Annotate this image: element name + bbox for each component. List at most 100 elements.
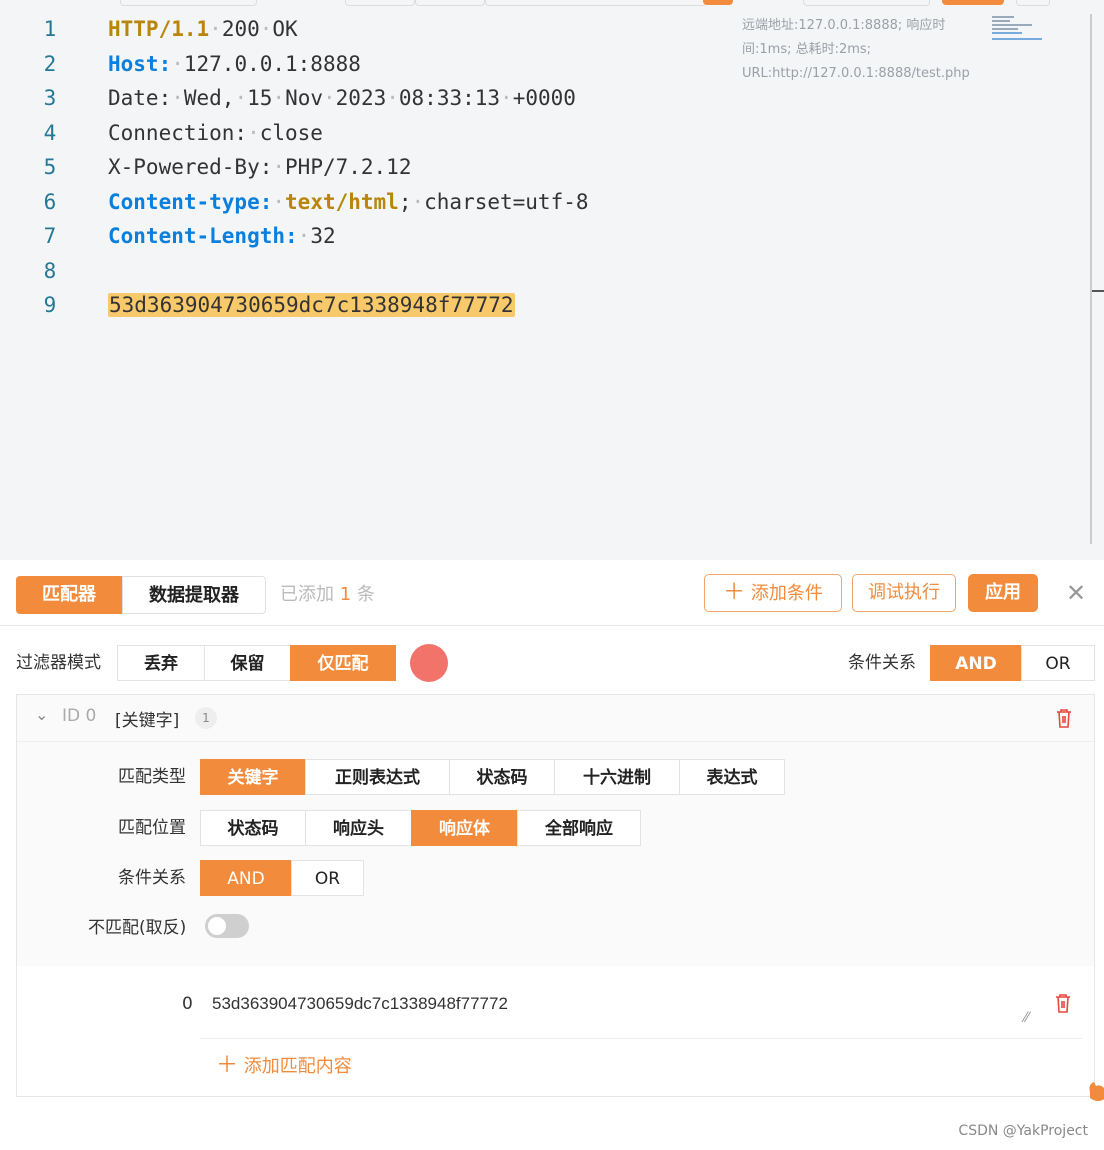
filter-mode-match-only[interactable]: 仅匹配 — [290, 645, 396, 681]
negate-toggle[interactable] — [205, 914, 249, 938]
add-match-content-button[interactable]: ＋ 添加匹配内容 — [216, 1047, 352, 1079]
code-line: 6 Content-type:·text/html;·charset=utf-8 — [0, 187, 720, 217]
line-text: X-Powered-By:·PHP/7.2.12 — [108, 152, 411, 182]
match-type-regex[interactable]: 正则表达式 — [305, 759, 450, 795]
line-text: Content-Length:·32 — [108, 221, 336, 251]
line-number: 2 — [43, 51, 57, 76]
match-position-body[interactable]: 响应体 — [411, 810, 518, 846]
code-token: · — [259, 17, 273, 41]
response-editor[interactable]: 1 HTTP/1.1·200·OK 2 Host:·127.0.0.1:8888 3 Da… — [0, 0, 1104, 560]
code-token: Wed, — [183, 86, 235, 110]
matcher-card-header[interactable]: ⌄ ID 0 [关键字] 1 — [17, 695, 1094, 742]
line-number: 9 — [43, 293, 57, 317]
match-type-label: 匹配类型 — [118, 767, 186, 787]
condition-and-button[interactable]: AND — [930, 645, 1022, 681]
code-token: · — [297, 224, 311, 248]
entry-index: 0 — [182, 994, 193, 1014]
match-position-status-code[interactable]: 状态码 — [200, 810, 306, 846]
code-token: · — [500, 86, 513, 110]
debug-run-button[interactable]: 调试执行 — [852, 574, 956, 612]
code-line: 2 Host:·127.0.0.1:8888 — [0, 49, 720, 79]
entry-trash-icon[interactable] — [1053, 992, 1073, 1014]
line-number: 4 — [43, 120, 57, 145]
code-token: OK — [272, 17, 298, 41]
code-token: Nov — [285, 86, 323, 110]
card-condition-or-button[interactable]: OR — [291, 860, 364, 896]
add-condition-button[interactable]: ＋ 添加条件 — [704, 574, 842, 612]
trash-icon[interactable] — [1054, 707, 1074, 729]
line-text: Content-type:·text/html;·charset=utf-8 — [108, 187, 589, 217]
chevron-down-icon[interactable]: ⌄ — [35, 705, 48, 724]
filter-mode-keep[interactable]: 保留 — [204, 645, 291, 681]
line-number: 3 — [43, 86, 57, 110]
code-token: · — [272, 189, 286, 214]
card-condition-relation-label: 条件关系 — [118, 868, 186, 888]
close-icon[interactable]: ✕ — [1066, 579, 1086, 607]
code-line: 7 Content-Length:·32 — [0, 221, 720, 251]
match-position-all[interactable]: 全部响应 — [517, 810, 641, 846]
code-token: 127.0.0.1:8888 — [183, 51, 361, 76]
code-token: 15 — [247, 86, 273, 110]
added-suffix: 条 — [356, 584, 375, 605]
matcher-count-badge: 1 — [195, 707, 217, 729]
code-line: 5 X-Powered-By:·PHP/7.2.12 — [0, 152, 720, 182]
added-prefix: 已添加 — [280, 584, 334, 605]
line-number: 5 — [43, 155, 57, 179]
condition-relation-label: 条件关系 — [848, 653, 916, 673]
code-token: charset=utf-8 — [424, 189, 589, 214]
code-token: · — [247, 120, 260, 145]
code-token: · — [234, 86, 248, 110]
card-condition-and-button[interactable]: AND — [200, 860, 292, 896]
editor-scrollbar[interactable] — [1090, 14, 1092, 544]
match-type-keyword[interactable]: 关键字 — [200, 759, 306, 795]
add-match-content-label: 添加匹配内容 — [243, 1056, 352, 1077]
add-condition-label: 添加条件 — [750, 583, 823, 604]
code-token: · — [272, 155, 286, 179]
line-text: Connection:·close — [108, 118, 323, 148]
code-token: · — [272, 86, 286, 110]
minimap[interactable] — [990, 14, 1050, 42]
matcher-id: ID 0 — [62, 706, 97, 726]
apply-button[interactable]: 应用 — [968, 574, 1038, 612]
filter-mode-discard[interactable]: 丢弃 — [117, 645, 205, 681]
line-number: 1 — [43, 17, 57, 41]
plus-icon: ＋ — [723, 580, 746, 605]
code-token: Date: — [108, 86, 172, 110]
color-dot[interactable] — [410, 644, 448, 682]
code-token: · — [171, 51, 184, 76]
code-token: · — [209, 17, 222, 41]
match-position-label: 匹配位置 — [118, 818, 186, 838]
match-position-header[interactable]: 响应头 — [305, 810, 412, 846]
code-token: · — [323, 86, 336, 110]
code-token: Connection: — [108, 120, 248, 145]
plus-icon: ＋ — [216, 1053, 239, 1078]
match-type-expression[interactable]: 表达式 — [679, 759, 785, 795]
code-token: text/html — [285, 189, 399, 214]
mascot-icon[interactable] — [1086, 1078, 1104, 1104]
code-line: 1 HTTP/1.1·200·OK — [0, 14, 720, 44]
code-token: 32 — [310, 224, 336, 248]
code-token: 2023 — [335, 86, 387, 110]
entry-value-input[interactable]: 53d363904730659dc7c1338948f77772 — [212, 994, 508, 1014]
condition-or-button[interactable]: OR — [1021, 645, 1095, 681]
line-number: 6 — [43, 189, 57, 214]
entry-divider — [200, 1038, 1082, 1039]
match-type-status-code[interactable]: 状态码 — [449, 759, 555, 795]
watermark: CSDN @YakProject — [958, 1123, 1088, 1139]
match-type-hex[interactable]: 十六进制 — [554, 759, 680, 795]
tab-extractor[interactable]: 数据提取器 — [122, 576, 266, 614]
filter-mode-label: 过滤器模式 — [16, 653, 101, 673]
negate-label: 不匹配(取反) — [88, 918, 187, 938]
code-token: +0000 — [512, 86, 576, 110]
line-text: Host:·127.0.0.1:8888 — [108, 49, 361, 79]
resize-handle-icon[interactable]: ⁄⁄ — [1024, 1010, 1029, 1026]
scroll-marker — [1092, 290, 1104, 292]
code-line: 4 Connection:·close — [0, 118, 720, 148]
tab-matcher[interactable]: 匹配器 — [16, 576, 122, 614]
added-count: 1 — [339, 584, 352, 605]
code-token: 08:33:13 — [398, 86, 501, 110]
code-token: X-Powered-By: — [108, 155, 273, 179]
code-token: · — [171, 86, 184, 110]
matcher-panel-header: 匹配器 数据提取器 已添加 1 条 ＋ 添加条件 调试执行 应用 ✕ — [0, 565, 1104, 626]
code-line: 8 — [0, 256, 720, 286]
